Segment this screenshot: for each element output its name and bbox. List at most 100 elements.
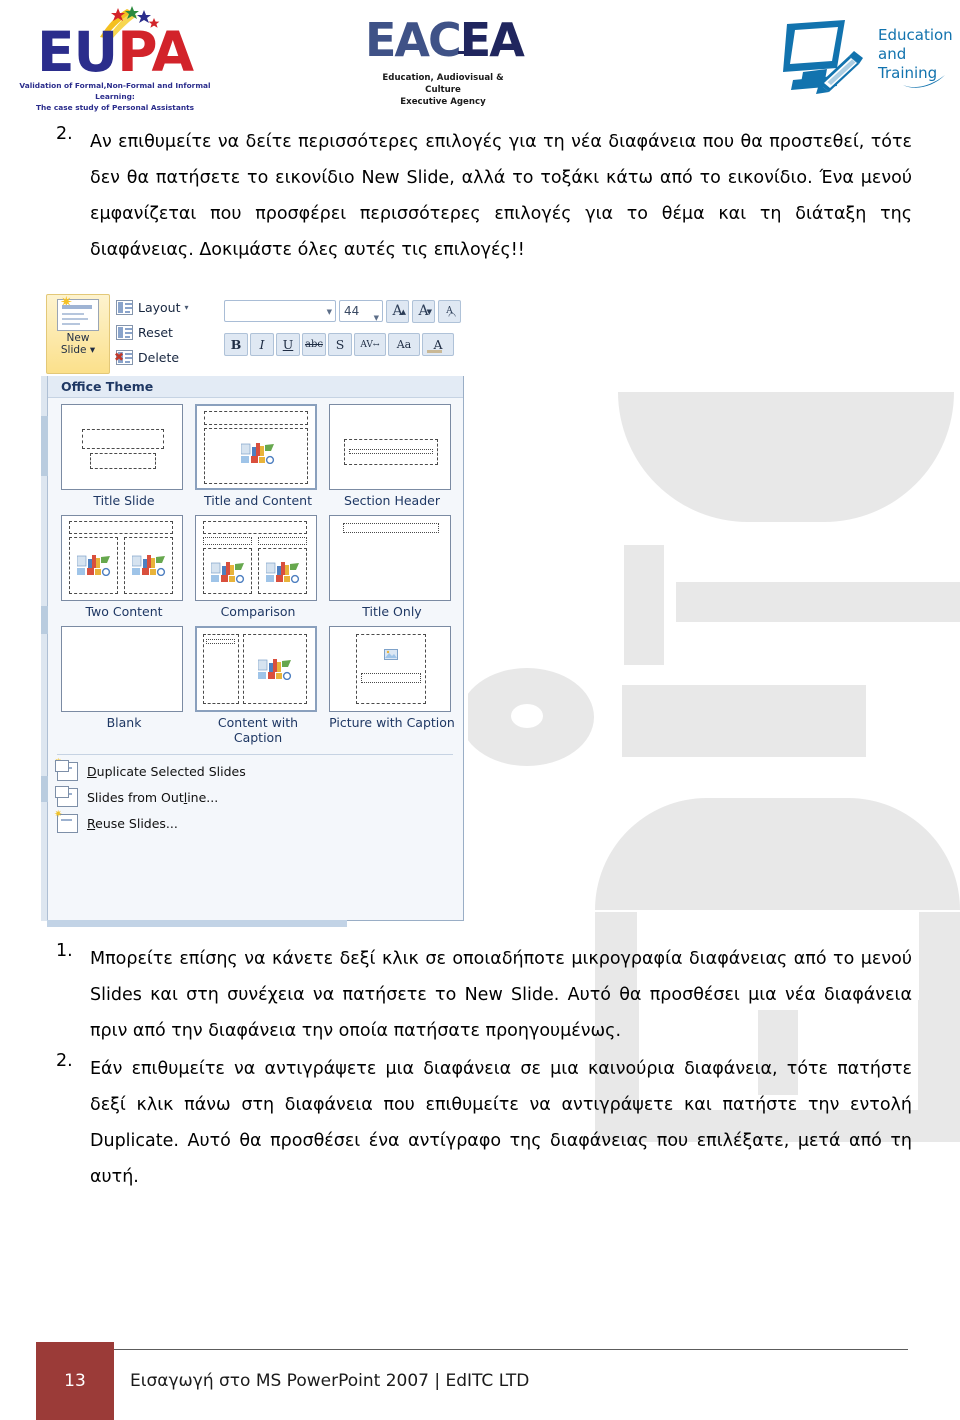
layout-thumb-picture-with-caption[interactable] bbox=[329, 626, 451, 712]
layout-cell-two-content[interactable]: Two Content bbox=[61, 515, 187, 626]
menu-item-label: Slides from Outline... bbox=[87, 789, 219, 805]
delete-button-label: Delete bbox=[138, 350, 180, 365]
font-size-input[interactable]: 44 ▼ bbox=[339, 300, 383, 322]
watermark-horizontal-bar-1 bbox=[676, 582, 960, 622]
layout-thumb-section-header[interactable] bbox=[329, 404, 451, 490]
layout-cell-title-and-content[interactable]: Title and Content bbox=[195, 404, 321, 515]
gallery-menu: ✷ Duplicate Selected Slides Slides from … bbox=[47, 755, 463, 836]
eacea-strike-mark bbox=[458, 51, 484, 54]
list-item-number: 1. bbox=[56, 941, 73, 961]
et-swoosh-icon bbox=[903, 75, 945, 88]
clear-formatting-button[interactable]: A ◠ bbox=[438, 299, 461, 323]
eupa-logo: EUPA Validation of Formal,Non-Formal and… bbox=[12, 6, 218, 112]
layout-cell-title-only[interactable]: Title Only bbox=[329, 515, 455, 626]
layout-thumb-title-slide[interactable] bbox=[61, 404, 183, 490]
watermark-vertical-bar-1 bbox=[624, 545, 664, 665]
layout-cell-blank[interactable]: Blank bbox=[61, 626, 187, 752]
layout-thumb-blank[interactable] bbox=[61, 626, 183, 712]
layout-button-label: Layout bbox=[138, 300, 181, 315]
chevron-down-icon[interactable]: ▼ bbox=[374, 308, 379, 328]
powerpoint-ribbon: ✷ New Slide ▾ Layout ▾ Reset ✖ Delete ▼ … bbox=[40, 292, 468, 376]
layout-cell-title-slide[interactable]: Title Slide bbox=[61, 404, 187, 515]
layout-row: Two Content Comparison Title Only bbox=[61, 515, 463, 626]
chevron-down-icon[interactable]: ▼ bbox=[327, 308, 332, 316]
list-item-text: Αν επιθυμείτε να δείτε περισσότερες επιλ… bbox=[90, 132, 912, 260]
layout-thumb-content-with-caption[interactable] bbox=[195, 626, 317, 712]
menu-item-label: Reuse Slides... bbox=[87, 815, 178, 831]
layout-cell-comparison[interactable]: Comparison bbox=[195, 515, 321, 626]
layout-row: Blank Content with Caption Picture with … bbox=[61, 626, 463, 752]
watermark-horizontal-bar-2 bbox=[622, 685, 866, 757]
layout-label: Title Slide bbox=[93, 493, 155, 508]
chevron-down-icon[interactable]: ▾ bbox=[185, 303, 189, 312]
layout-cell-section-header[interactable]: Section Header bbox=[329, 404, 455, 515]
bold-button[interactable]: B bbox=[224, 332, 248, 356]
grow-font-button[interactable]: A ▲ bbox=[386, 299, 409, 323]
top-instruction-block: 2. Αν επιθυμείτε να δείτε περισσότερες ε… bbox=[0, 124, 960, 268]
layout-row: Title Slide Title and Content Section He… bbox=[61, 404, 463, 515]
monitor-and-pencil-icon bbox=[783, 20, 863, 94]
layout-thumb-two-content[interactable] bbox=[61, 515, 183, 601]
accel-letter: R bbox=[87, 815, 96, 831]
reuse-slides-icon: ✷ bbox=[54, 809, 78, 833]
menu-item-reuse-slides[interactable]: ✷ Reuse Slides... bbox=[53, 809, 463, 836]
layout-button[interactable]: Layout ▾ bbox=[116, 295, 216, 320]
picture-placeholder-icon bbox=[384, 649, 398, 660]
font-color-button[interactable]: A bbox=[422, 332, 454, 356]
layout-cell-content-with-caption[interactable]: Content with Caption bbox=[195, 626, 321, 752]
shadow-button[interactable]: S bbox=[328, 332, 352, 356]
layout-thumb-comparison[interactable] bbox=[195, 515, 317, 601]
reset-button[interactable]: Reset bbox=[116, 320, 216, 345]
layout-label: Title and Content bbox=[204, 493, 312, 508]
header-logo-band: EUPA Validation of Formal,Non-Formal and… bbox=[0, 0, 960, 112]
layout-thumb-title-only[interactable] bbox=[329, 515, 451, 601]
new-slide-button[interactable]: ✷ New Slide ▾ bbox=[46, 294, 110, 374]
gallery-scrollbar-marker-2[interactable] bbox=[41, 776, 48, 802]
layout-label: Comparison bbox=[220, 604, 296, 619]
gallery-header: Office Theme bbox=[47, 376, 463, 398]
caret-up-icon: ▲ bbox=[400, 307, 406, 316]
italic-button[interactable]: I bbox=[250, 332, 274, 356]
chevron-down-icon[interactable]: ▾ bbox=[90, 344, 95, 356]
education-and-training-logo: Education and Training bbox=[775, 12, 953, 104]
layout-thumb-title-and-content[interactable] bbox=[195, 404, 317, 490]
font-name-input[interactable]: ▼ bbox=[224, 300, 336, 322]
character-spacing-button[interactable]: AV↔ bbox=[354, 332, 386, 356]
menu-item-duplicate-selected-slides[interactable]: ✷ Duplicate Selected Slides bbox=[53, 757, 463, 784]
reset-button-label: Reset bbox=[138, 325, 173, 340]
gallery-scrollbar-marker-1[interactable] bbox=[41, 606, 48, 634]
layout-cell-picture-with-caption[interactable]: Picture with Caption bbox=[329, 626, 455, 752]
list-item-text: Εάν επιθυμείτε να αντιγράψετε μια διαφάν… bbox=[90, 1059, 912, 1187]
reset-icon bbox=[116, 325, 133, 340]
eacea-subtitle: Education, Audiovisual & Culture Executi… bbox=[365, 72, 521, 108]
list-item-number: 2. bbox=[56, 1051, 73, 1071]
menu-item-slides-from-outline[interactable]: Slides from Outline... bbox=[53, 784, 463, 810]
layout-gallery-dropdown: Office Theme Title Slide Title and Conte… bbox=[41, 376, 464, 927]
et-line2: and bbox=[878, 45, 907, 63]
page-number: 13 bbox=[64, 1371, 86, 1391]
delete-button[interactable]: ✖ Delete bbox=[114, 345, 216, 370]
change-case-button[interactable]: Aa bbox=[388, 332, 420, 356]
list-item: 2. Εάν επιθυμείτε να αντιγράψετε μια δια… bbox=[48, 1051, 912, 1195]
eacea-word-second: EA bbox=[459, 13, 525, 67]
screenshot-bottom-edge bbox=[47, 920, 347, 927]
page-footer: 13 Εισαγωγή στο MS PowerPoint 2007 | EdI… bbox=[0, 1342, 960, 1420]
arrows-horizontal-icon: ↔ bbox=[372, 339, 380, 349]
delete-icon: ✖ bbox=[114, 350, 133, 365]
eacea-subtitle-line2: Executive Agency bbox=[400, 97, 486, 107]
gallery-scrollbar-thumb[interactable] bbox=[41, 416, 48, 476]
underline-button[interactable]: U bbox=[276, 332, 300, 356]
new-slide-label-line1: New bbox=[66, 332, 90, 344]
eacea-wordmark: EACEA bbox=[365, 13, 525, 67]
strikethrough-button[interactable]: abc bbox=[302, 332, 326, 356]
duplicate-slides-icon: ✷ bbox=[54, 757, 78, 781]
layout-label: Title Only bbox=[362, 604, 422, 619]
watermark-ellipse-hole bbox=[511, 704, 543, 728]
powerpoint-new-slide-gallery-screenshot: ✷ New Slide ▾ Layout ▾ Reset ✖ Delete ▼ … bbox=[40, 292, 468, 927]
new-slide-icon: ✷ bbox=[57, 295, 99, 331]
layout-label: Content with Caption bbox=[217, 715, 299, 745]
eupa-subtitle-line1: Validation of Formal,Non-Formal and Info… bbox=[19, 81, 211, 101]
sparkle-icon: ✷ bbox=[54, 808, 63, 820]
layout-label: Two Content bbox=[85, 604, 163, 619]
shrink-font-button[interactable]: A ▼ bbox=[412, 299, 435, 323]
